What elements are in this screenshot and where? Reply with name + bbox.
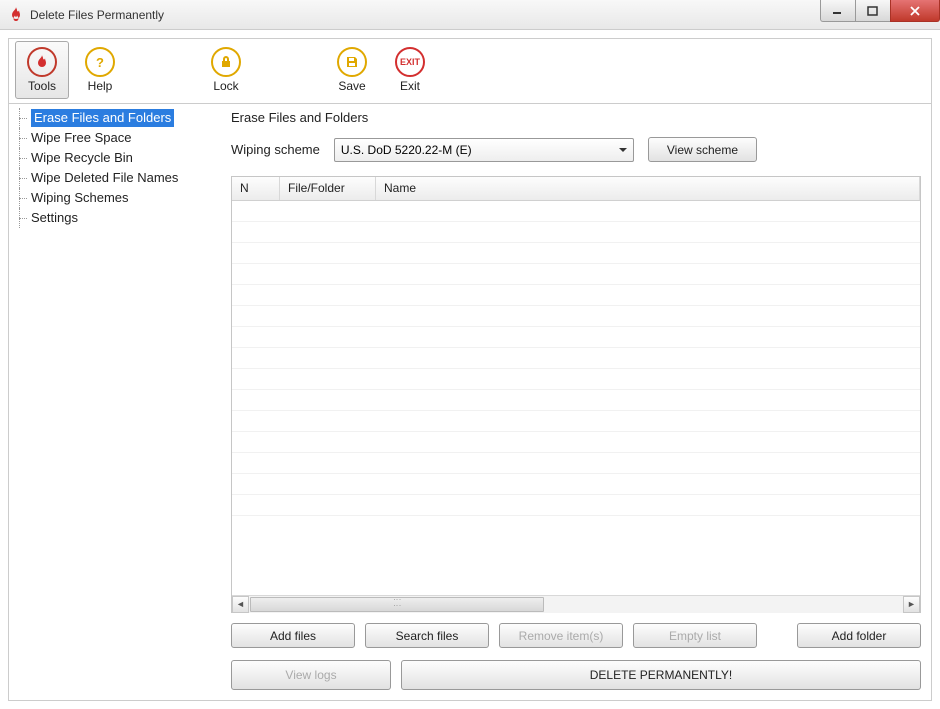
titlebar: Delete Files Permanently (0, 0, 940, 30)
exit-icon: EXIT (395, 47, 425, 77)
col-file-folder[interactable]: File/Folder (280, 177, 376, 200)
toolbar-lock-button[interactable]: Lock (199, 41, 253, 99)
button-label: Add files (270, 629, 316, 643)
toolbar-exit-button[interactable]: EXIT Exit (383, 41, 437, 99)
window-controls (821, 0, 940, 29)
main-pane: Erase Files and Folders Wiping scheme U.… (221, 104, 931, 700)
minimize-button[interactable] (820, 0, 856, 22)
scroll-right-arrow[interactable]: ► (903, 596, 920, 613)
remove-items-button[interactable]: Remove item(s) (499, 623, 623, 648)
sidebar-item-erase-files[interactable]: Erase Files and Folders (17, 108, 212, 128)
toolbar-tools-button[interactable]: Tools (15, 41, 69, 99)
toolbar-label: Lock (213, 79, 238, 93)
button-label: View logs (285, 668, 336, 682)
sidebar-item-label: Wiping Schemes (31, 190, 129, 205)
close-button[interactable] (890, 0, 940, 22)
sidebar-item-label: Wipe Deleted File Names (31, 170, 178, 185)
sidebar-item-label: Settings (31, 210, 78, 225)
sidebar-item-label: Wipe Recycle Bin (31, 150, 133, 165)
wiping-scheme-select[interactable]: U.S. DoD 5220.22-M (E) (334, 138, 634, 162)
view-logs-button[interactable]: View logs (231, 660, 391, 690)
window-title: Delete Files Permanently (30, 8, 821, 22)
toolbar-help-button[interactable]: ? Help (73, 41, 127, 99)
toolbar-label: Help (88, 79, 113, 93)
button-label: Search files (396, 629, 459, 643)
wiping-scheme-label: Wiping scheme (231, 142, 320, 157)
sidebar: Erase Files and Folders Wipe Free Space … (9, 104, 221, 700)
delete-permanently-button[interactable]: DELETE PERMANENTLY! (401, 660, 921, 690)
sidebar-item-wipe-free-space[interactable]: Wipe Free Space (17, 128, 212, 148)
maximize-button[interactable] (855, 0, 891, 22)
table-row (232, 348, 920, 369)
app-flame-icon (8, 7, 24, 23)
table-row (232, 390, 920, 411)
toolbar-label: Exit (400, 79, 420, 93)
scroll-track[interactable] (249, 596, 903, 613)
button-label: Empty list (669, 629, 721, 643)
pane-title: Erase Files and Folders (231, 110, 921, 125)
search-files-button[interactable]: Search files (365, 623, 489, 648)
table-row (232, 453, 920, 474)
table-row (232, 264, 920, 285)
table-row (232, 411, 920, 432)
horizontal-scrollbar[interactable]: ◄ ► (232, 595, 920, 612)
table-row (232, 222, 920, 243)
col-name[interactable]: Name (376, 177, 920, 200)
select-value: U.S. DoD 5220.22-M (E) (341, 143, 472, 157)
button-label: Add folder (832, 629, 887, 643)
sidebar-item-wiping-schemes[interactable]: Wiping Schemes (17, 188, 212, 208)
table-row (232, 474, 920, 495)
table-row (232, 306, 920, 327)
add-files-button[interactable]: Add files (231, 623, 355, 648)
col-n[interactable]: N (232, 177, 280, 200)
table-body[interactable] (232, 201, 920, 595)
view-scheme-button[interactable]: View scheme (648, 137, 757, 162)
sidebar-item-wipe-deleted-names[interactable]: Wipe Deleted File Names (17, 168, 212, 188)
toolbar: Tools ? Help Lock Save EXIT Exit (9, 39, 931, 104)
toolbar-save-button[interactable]: Save (325, 41, 379, 99)
question-icon: ? (85, 47, 115, 77)
table-row (232, 432, 920, 453)
flame-icon (27, 47, 57, 77)
save-icon (337, 47, 367, 77)
sidebar-item-wipe-recycle-bin[interactable]: Wipe Recycle Bin (17, 148, 212, 168)
add-folder-button[interactable]: Add folder (797, 623, 921, 648)
empty-list-button[interactable]: Empty list (633, 623, 757, 648)
toolbar-label: Tools (28, 79, 56, 93)
button-label: Remove item(s) (519, 629, 604, 643)
table-row (232, 243, 920, 264)
button-label: View scheme (667, 143, 738, 157)
scroll-left-arrow[interactable]: ◄ (232, 596, 249, 613)
scroll-thumb[interactable] (250, 597, 544, 612)
table-row (232, 369, 920, 390)
button-label: DELETE PERMANENTLY! (590, 668, 732, 682)
file-table: N File/Folder Name (231, 176, 921, 613)
main-frame: Tools ? Help Lock Save EXIT Exit Erase F… (8, 38, 932, 701)
lock-icon (211, 47, 241, 77)
table-row (232, 327, 920, 348)
sidebar-item-label: Wipe Free Space (31, 130, 131, 145)
table-row (232, 201, 920, 222)
table-row (232, 285, 920, 306)
sidebar-item-settings[interactable]: Settings (17, 208, 212, 228)
toolbar-label: Save (338, 79, 365, 93)
sidebar-item-label: Erase Files and Folders (31, 109, 174, 127)
table-header: N File/Folder Name (232, 177, 920, 201)
table-row (232, 495, 920, 516)
